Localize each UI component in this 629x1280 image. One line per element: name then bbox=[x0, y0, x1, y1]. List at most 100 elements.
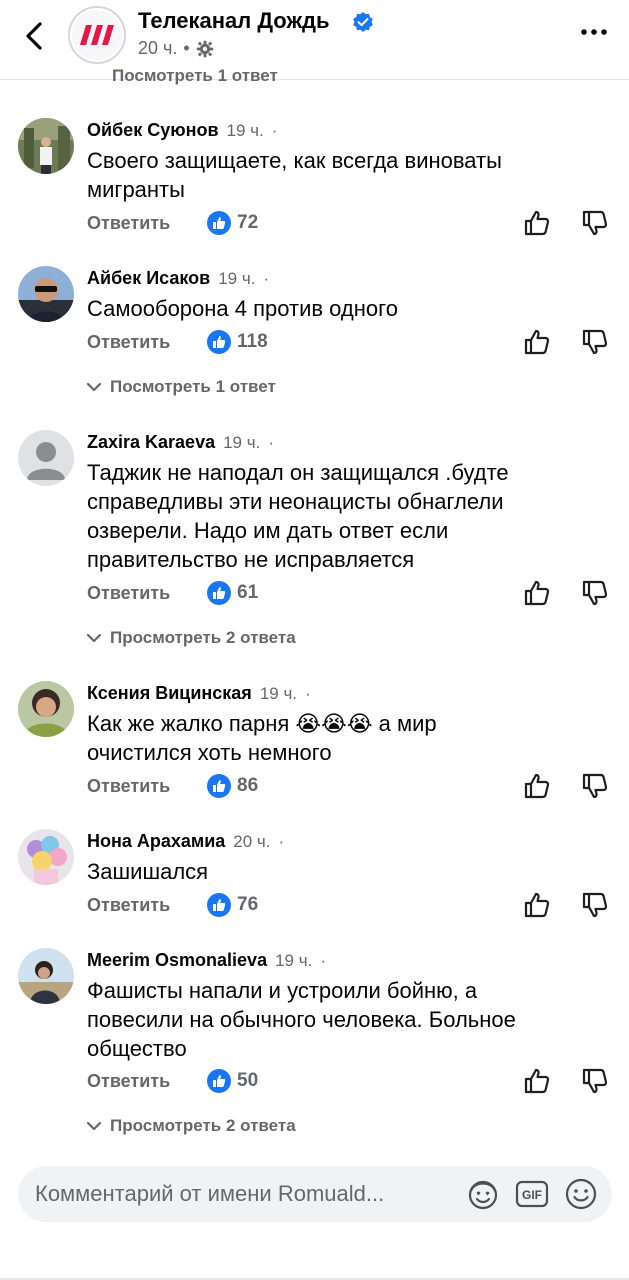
comment-actions: Ответить 61 bbox=[87, 579, 611, 609]
comment-line: Самооборона 4 против одного bbox=[87, 296, 398, 321]
thumb-down-icon[interactable] bbox=[581, 1067, 609, 1095]
avatar[interactable] bbox=[18, 681, 74, 737]
comment-text: Своего защищаете, как всегда виноваты ми… bbox=[87, 146, 587, 204]
comment-author[interactable]: Meerim Osmonalieva bbox=[87, 950, 267, 971]
post-header: Телеканал Дождь 20 ч. • Посмотреть 1 отв… bbox=[0, 0, 629, 85]
comment-line: мигранты bbox=[87, 177, 185, 202]
comment-author[interactable]: Ойбек Суюнов bbox=[87, 120, 219, 141]
comment-actions: Ответить 76 bbox=[87, 891, 611, 921]
view-replies-button[interactable]: Просмотреть 2 ответа bbox=[86, 1116, 296, 1136]
reply-button[interactable]: Ответить bbox=[87, 895, 170, 916]
view-replies-label: Просмотреть 2 ответа bbox=[110, 628, 296, 647]
view-replies-button[interactable]: Посмотреть 1 ответ bbox=[86, 377, 276, 397]
comment-header: Ксения Вицинская 19 ч. · bbox=[87, 683, 311, 704]
comment-line: Фашисты напали и устроили бойню, а bbox=[87, 978, 478, 1003]
gif-icon[interactable]: GIF bbox=[515, 1177, 549, 1211]
like-count[interactable]: 50 bbox=[237, 1070, 258, 1092]
comment-composer[interactable]: Комментарий от имени Romuald... GIF bbox=[18, 1166, 612, 1222]
comment-actions: Ответить 50 bbox=[87, 1067, 611, 1097]
like-icon bbox=[207, 581, 231, 605]
comment-time[interactable]: 19 ч. bbox=[227, 121, 264, 141]
comment-header: Айбек Исаков 19 ч. · bbox=[87, 268, 269, 289]
post-time: 20 ч. bbox=[138, 38, 178, 58]
reply-button[interactable]: Ответить bbox=[87, 1071, 170, 1092]
back-chevron-icon[interactable] bbox=[20, 18, 50, 54]
comment-dot: · bbox=[263, 269, 270, 288]
comment-time[interactable]: 19 ч. bbox=[260, 684, 297, 704]
comment-author[interactable]: Ксения Вицинская bbox=[87, 683, 252, 704]
thumb-up-icon[interactable] bbox=[523, 328, 551, 356]
avatar[interactable] bbox=[18, 829, 74, 885]
comment-line: озверели. Надо им дать ответ если bbox=[87, 518, 449, 543]
avatar-sticker-icon[interactable] bbox=[466, 1177, 500, 1211]
view-replies-label: Посмотреть 1 ответ bbox=[110, 377, 276, 396]
reply-button[interactable]: Ответить bbox=[87, 213, 170, 234]
comment-time[interactable]: 19 ч. bbox=[218, 269, 255, 289]
like-count[interactable]: 76 bbox=[237, 894, 258, 916]
more-icon[interactable] bbox=[579, 22, 609, 42]
comment-header: Meerim Osmonalieva 19 ч. · bbox=[87, 950, 326, 971]
thumb-up-icon[interactable] bbox=[523, 891, 551, 919]
comment-input[interactable]: Комментарий от имени Romuald... bbox=[35, 1181, 384, 1207]
reply-button[interactable]: Ответить bbox=[87, 776, 170, 797]
comment-time[interactable]: 19 ч. bbox=[275, 951, 312, 971]
comment-dot: · bbox=[271, 121, 278, 140]
thumb-down-icon[interactable] bbox=[581, 209, 609, 237]
comment-header: Нона Арахамиа 20 ч. · bbox=[87, 831, 284, 852]
comment-actions: Ответить 72 bbox=[87, 209, 611, 239]
comment-author[interactable]: Нона Арахамиа bbox=[87, 831, 225, 852]
logo-slashes-icon bbox=[80, 25, 114, 45]
comment-text: Как же жалко парня 😭😭😭 а мир очистился х… bbox=[87, 709, 587, 767]
avatar[interactable] bbox=[18, 118, 74, 174]
thumb-down-icon[interactable] bbox=[581, 772, 609, 800]
comment-author[interactable]: Zaxira Karaeva bbox=[87, 432, 215, 453]
comment-line: Как же жалко парня 😭😭😭 а мир bbox=[87, 711, 437, 736]
comment-time[interactable]: 19 ч. bbox=[223, 433, 260, 453]
post-meta: 20 ч. • bbox=[138, 38, 214, 59]
thumb-up-icon[interactable] bbox=[523, 1067, 551, 1095]
comment-dot: · bbox=[320, 951, 326, 970]
like-count[interactable]: 118 bbox=[237, 331, 268, 353]
verified-icon bbox=[353, 12, 373, 32]
comment-dot: · bbox=[278, 832, 285, 851]
comment-author[interactable]: Айбек Исаков bbox=[87, 268, 210, 289]
avatar[interactable] bbox=[18, 430, 74, 486]
channel-name[interactable]: Телеканал Дождь bbox=[138, 8, 330, 34]
emoji-icon[interactable] bbox=[564, 1177, 598, 1211]
channel-logo-mark bbox=[72, 10, 122, 60]
thumb-down-icon[interactable] bbox=[581, 891, 609, 919]
like-count[interactable]: 86 bbox=[237, 775, 258, 797]
comment-line: правительство не исправляется bbox=[87, 547, 415, 572]
like-icon bbox=[207, 211, 231, 235]
view-replies-button[interactable]: Просмотреть 2 ответа bbox=[86, 628, 296, 648]
comment-line: Таджик не наподал он защищался .будте bbox=[87, 460, 509, 485]
like-count[interactable]: 72 bbox=[237, 212, 258, 234]
chevron-down-icon bbox=[86, 382, 102, 392]
comment-actions: Ответить 118 bbox=[87, 328, 611, 358]
thumb-down-icon[interactable] bbox=[581, 579, 609, 607]
thumb-down-icon[interactable] bbox=[581, 328, 609, 356]
comment-line: общество bbox=[87, 1036, 187, 1061]
avatar[interactable] bbox=[18, 948, 74, 1004]
comment-text: Таджик не наподал он защищался .будте сп… bbox=[87, 458, 587, 574]
comment-line: справедливы эти неонацисты обнаглели bbox=[87, 489, 504, 514]
like-count[interactable]: 61 bbox=[237, 582, 258, 604]
channel-logo[interactable] bbox=[68, 6, 126, 64]
comment-text: Фашисты напали и устроили бойню, а повес… bbox=[87, 976, 587, 1063]
comment-line: повесили на обычного человека. Больное bbox=[87, 1007, 516, 1032]
comment-time[interactable]: 20 ч. bbox=[233, 832, 270, 852]
comment-actions: Ответить 86 bbox=[87, 772, 611, 802]
svg-text:GIF: GIF bbox=[522, 1188, 542, 1202]
thumb-up-icon[interactable] bbox=[523, 209, 551, 237]
reply-button[interactable]: Ответить bbox=[87, 583, 170, 604]
thumb-up-icon[interactable] bbox=[523, 579, 551, 607]
view-replies-label: Просмотреть 2 ответа bbox=[110, 1116, 296, 1135]
peek-view-replies[interactable]: Посмотреть 1 ответ bbox=[112, 66, 278, 86]
like-icon bbox=[207, 774, 231, 798]
thumb-up-icon[interactable] bbox=[523, 772, 551, 800]
comment-header: Zaxira Karaeva 19 ч. · bbox=[87, 432, 274, 453]
like-icon bbox=[207, 330, 231, 354]
avatar[interactable] bbox=[18, 266, 74, 322]
reply-button[interactable]: Ответить bbox=[87, 332, 170, 353]
comment-header: Ойбек Суюнов 19 ч. · bbox=[87, 120, 277, 141]
